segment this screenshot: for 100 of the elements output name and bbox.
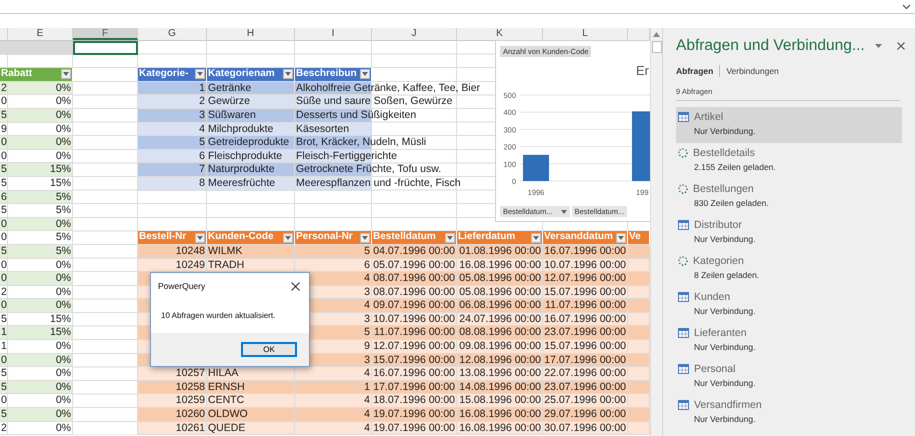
filter-dropdown-button[interactable] [531, 232, 541, 243]
table-cell: 1 [138, 82, 207, 96]
table-cell: 0% [8, 422, 73, 436]
filter-dropdown-button[interactable] [195, 232, 205, 243]
header-label: Lieferdatum [458, 231, 516, 244]
filter-dropdown-button[interactable] [445, 232, 455, 243]
table-cell: 10257 [138, 367, 207, 381]
dropdown-caret-icon[interactable] [560, 210, 567, 214]
table-cell [628, 380, 650, 394]
table-cell: 01.08.1996 00:00 [457, 244, 543, 258]
table-cell: 13.08.1996 00:00 [457, 367, 543, 381]
filter-dropdown-button[interactable] [360, 232, 370, 243]
dialog-message: 10 Abfragen wurden aktualisiert. [161, 311, 276, 320]
column-header[interactable]: J [372, 28, 457, 40]
table-cell: 0 [0, 150, 8, 164]
table-cell: Milchprodukte [207, 122, 295, 136]
table-cell: 4 [295, 394, 372, 408]
panel-tab[interactable]: Abfragen [676, 66, 714, 76]
filter-dropdown-button[interactable] [283, 69, 293, 80]
scroll-up-icon[interactable] [653, 32, 660, 37]
query-item[interactable]: Lieferanten Nur Verbindung. [676, 323, 902, 359]
filter-dropdown-button[interactable] [283, 232, 293, 243]
scrollbar-thumb[interactable] [652, 41, 662, 53]
filter-dropdown-button[interactable] [61, 69, 71, 80]
table-cell: 10258 [138, 380, 207, 394]
table-cell: 0% [8, 136, 73, 150]
table-cell [628, 258, 650, 272]
table-icon [678, 328, 689, 338]
table-cell [628, 340, 650, 354]
query-item[interactable]: Distributor Nur Verbindung. [676, 215, 902, 251]
filter-dropdown-button[interactable] [616, 232, 626, 243]
column-header[interactable]: F [73, 28, 138, 40]
dropdown-caret-icon[interactable] [874, 44, 882, 48]
table-cell [628, 272, 650, 286]
table-cell: 16.07.1996 00:00 [372, 367, 457, 381]
filter-dropdown-button[interactable] [360, 69, 370, 80]
table-cell: 7 [138, 163, 207, 177]
selected-cell[interactable] [73, 41, 138, 55]
table-cell: 5 [138, 136, 207, 150]
table-cell: 15% [8, 176, 73, 191]
table-cell [628, 312, 650, 326]
query-item[interactable]: Kategorien 8 Zeilen geladen. [676, 251, 902, 287]
table-icon [678, 220, 689, 230]
table-cell [628, 394, 650, 408]
expand-formula-bar-button[interactable] [900, 2, 913, 12]
table-cell: HILAA [207, 367, 295, 381]
query-item[interactable]: Personal Nur Verbindung. [676, 359, 902, 395]
table-cell: 22.07.1996 00:00 [543, 367, 628, 381]
table-cell: OLDWO [207, 408, 295, 422]
table-cell: 2 [138, 95, 207, 109]
column-header[interactable]: I [295, 28, 372, 40]
table-cell: 14.08.1996 00:00 [457, 380, 543, 394]
table-cell: 5 [0, 108, 8, 123]
table-cell: 12.07.1996 00:00 [372, 340, 457, 354]
table-cell: 12.08.1996 00:00 [457, 354, 543, 368]
bar [523, 154, 549, 181]
filter-dropdown-button[interactable] [195, 69, 205, 80]
close-icon[interactable] [291, 282, 300, 290]
table-cell: 0% [8, 150, 73, 164]
column-header[interactable]: H [207, 28, 295, 40]
header-label: Versanddatum [544, 231, 613, 244]
header-label: Kategorienam [208, 68, 275, 81]
query-item[interactable]: Versandfirmen Nur Verbindung. [676, 395, 902, 431]
table-cell: 24.07.1996 00:00 [457, 312, 543, 326]
table-cell: 08.07.1996 00:00 [372, 286, 457, 300]
query-item[interactable]: Kunden Nur Verbindung. [676, 287, 902, 323]
table-cell: 09.07.1996 00:00 [372, 299, 457, 313]
table-cell: 4 [295, 367, 372, 381]
header-label: Ve [629, 231, 641, 244]
description-text: Meerespflanzen und -früchte, Fisch [296, 176, 461, 189]
table-cell: 10249 [138, 258, 207, 272]
ok-button[interactable]: OK [241, 342, 297, 357]
table-cell [628, 408, 650, 422]
column-header[interactable]: G [138, 28, 207, 40]
table-cell: Naturprodukte [207, 163, 295, 177]
table-cell: 0% [8, 286, 73, 300]
table-cell: 2 [0, 422, 8, 436]
table-cell: Getreideprodukte [207, 136, 295, 150]
table-cell: 16.07.1996 00:00 [543, 244, 628, 258]
table-cell [628, 286, 650, 300]
table-cell: 0 [0, 354, 8, 368]
table-cell: 12.07.1996 00:00 [543, 272, 628, 286]
scrollbar[interactable] [650, 28, 662, 436]
description-text: Käsesorten [296, 122, 350, 135]
table-cell: WILMK [207, 244, 295, 258]
table-cell: QUEDE [207, 422, 295, 436]
table-cell: 18.07.1996 00:00 [372, 394, 457, 408]
description-text: Brot, Kräcker, Nudeln, Müsli [296, 136, 426, 148]
table-cell: 10261 [138, 422, 207, 436]
table-cell: Meeresfrüchte [207, 176, 295, 191]
query-item[interactable]: Bestelldetails 2.155 Zeilen geladen. [676, 143, 902, 179]
query-item[interactable]: Artikel Nur Verbindung. [676, 107, 902, 143]
table-cell: 15.08.1996 00:00 [457, 394, 543, 408]
panel-title: Abfragen und Verbindung... [676, 37, 865, 55]
query-item[interactable]: Bestellungen 830 Zeilen geladen. [676, 179, 902, 215]
table-cell: 16.07.1996 00:00 [543, 312, 628, 326]
close-icon[interactable] [897, 42, 905, 50]
table-cell: 25.07.1996 00:00 [543, 394, 628, 408]
table-cell: 15.07.1996 00:00 [543, 286, 628, 300]
panel-tab[interactable]: Verbindungen [726, 66, 779, 76]
